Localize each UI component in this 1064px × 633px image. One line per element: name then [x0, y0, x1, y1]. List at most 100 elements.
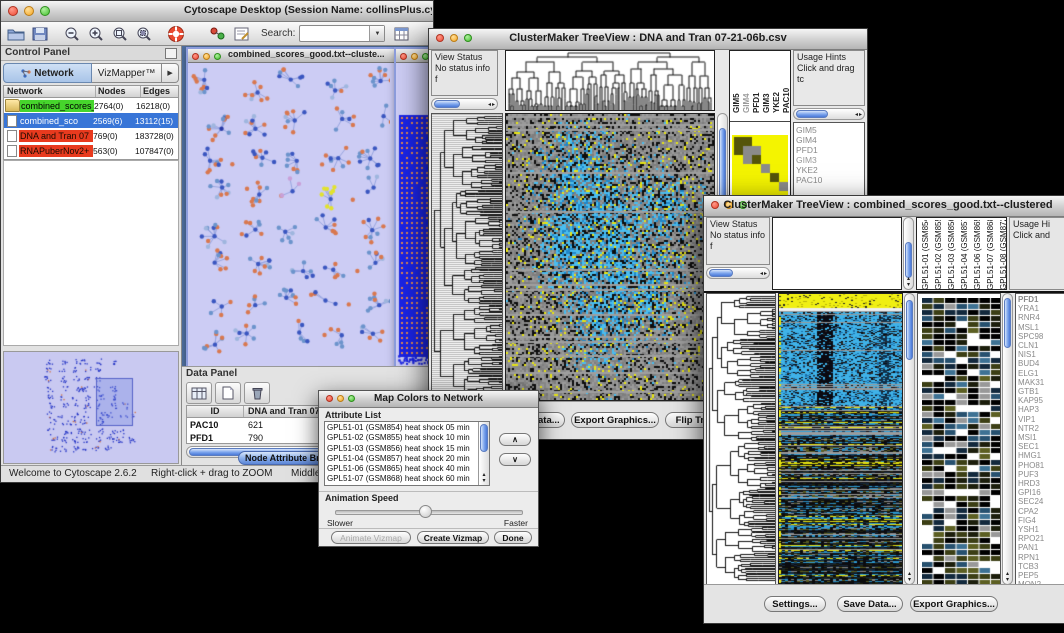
- array-dendrogram-pane[interactable]: [772, 217, 902, 290]
- export-graphics-button[interactable]: Export Graphics...: [910, 596, 998, 612]
- scrollbar-thumb[interactable]: [434, 100, 460, 108]
- vizmapper-icon[interactable]: [207, 24, 229, 44]
- column-label[interactable]: GPL51-04 (GSM857): [959, 220, 970, 290]
- slider-thumb[interactable]: [419, 505, 432, 518]
- column-label[interactable]: GPL51-01 (GSM854): [920, 220, 931, 290]
- birds-eye-view[interactable]: [3, 351, 179, 464]
- attribute-item[interactable]: GPL51-07 (GSM868) heat shock 60 min: [325, 474, 478, 484]
- gene-label[interactable]: NTR2: [1016, 424, 1064, 433]
- gene-label[interactable]: FIG4: [1016, 516, 1064, 525]
- tab-overflow-button[interactable]: ▶: [162, 63, 179, 83]
- move-up-button[interactable]: ∧: [499, 433, 531, 446]
- zoom-heatmap-pane[interactable]: [917, 293, 1001, 585]
- scrollbar-thumb[interactable]: [905, 242, 912, 278]
- heatmap-pane[interactable]: [778, 293, 903, 585]
- done-button[interactable]: Done: [494, 531, 532, 544]
- heatmap-pane[interactable]: [505, 113, 715, 401]
- zoom-fit-icon[interactable]: [109, 24, 131, 44]
- column-label[interactable]: GPL51-02 (GSM855): [933, 220, 944, 290]
- treeview-dna-titlebar[interactable]: ClusterMaker TreeView : DNA and Tran 07-…: [429, 29, 867, 50]
- export-graphics-button[interactable]: Export Graphics...: [571, 412, 659, 428]
- column-label[interactable]: PAC10: [782, 57, 791, 113]
- create-vizmap-button[interactable]: Create Vizmap: [417, 531, 489, 544]
- gene-label[interactable]: PAN1: [1016, 543, 1064, 552]
- gene-dendrogram-pane[interactable]: [706, 293, 776, 585]
- animate-vizmap-button[interactable]: Animate Vizmap: [331, 531, 411, 544]
- gene-label[interactable]: YRA1: [1016, 304, 1064, 313]
- save-data-button[interactable]: Save Data...: [837, 596, 903, 612]
- delete-attribute-button[interactable]: [244, 382, 270, 404]
- network-view-titlebar[interactable]: combined_scores_good.txt--cluste...: [188, 49, 394, 63]
- zoom-window-button[interactable]: [40, 6, 50, 16]
- tab-vizmapper[interactable]: VizMapper™: [92, 63, 162, 83]
- search-dropdown-arrow[interactable]: ▼: [369, 26, 384, 41]
- gene-label[interactable]: MAK31: [1016, 378, 1064, 387]
- gene-label[interactable]: ELG1: [1016, 369, 1064, 378]
- zoom-window-button[interactable]: [214, 53, 221, 60]
- gene-label[interactable]: NIS1: [1016, 350, 1064, 359]
- gene-label[interactable]: PFD1: [1016, 295, 1064, 304]
- gene-label[interactable]: MSI1: [1016, 433, 1064, 442]
- gene-label[interactable]: PEP5: [1016, 571, 1064, 580]
- view-status-hscroll[interactable]: ◂▸: [431, 98, 498, 110]
- gene-label[interactable]: GIM4: [794, 135, 864, 145]
- attribute-item[interactable]: GPL51-04 (GSM857) heat shock 20 min: [325, 454, 478, 464]
- column-label[interactable]: GIM4: [742, 57, 751, 113]
- column-label[interactable]: PFD1: [752, 57, 761, 113]
- zoom-in-icon[interactable]: [85, 24, 107, 44]
- help-lifering-icon[interactable]: [165, 24, 187, 44]
- gene-label[interactable]: HMG1: [1016, 451, 1064, 460]
- dialog-titlebar[interactable]: Map Colors to Network: [319, 391, 538, 408]
- array-pane-vscroll[interactable]: ▴▾: [903, 217, 914, 290]
- minimize-button[interactable]: [203, 53, 210, 60]
- network-table-row[interactable]: RNAPuberNov2+563(0)107847(0): [4, 143, 178, 158]
- gene-label[interactable]: BUD4: [1016, 359, 1064, 368]
- gene-label[interactable]: GIM5: [794, 125, 864, 135]
- gene-label[interactable]: PHO81: [1016, 461, 1064, 470]
- zoom-selected-icon[interactable]: [133, 24, 155, 44]
- gene-label[interactable]: PUF3: [1016, 470, 1064, 479]
- gene-label[interactable]: SEC1: [1016, 442, 1064, 451]
- column-label[interactable]: YKE2: [772, 57, 781, 113]
- gene-label[interactable]: SEC24: [1016, 497, 1064, 506]
- settings-button[interactable]: Settings...: [764, 596, 826, 612]
- gene-list-hscroll[interactable]: ◂▸: [793, 108, 865, 120]
- gene-label[interactable]: KAP95: [1016, 396, 1064, 405]
- import-table-icon[interactable]: [391, 24, 413, 44]
- gene-label[interactable]: PAC10: [794, 175, 864, 185]
- column-label[interactable]: GPL51-03 (GSM856): [946, 220, 957, 290]
- minimize-button[interactable]: [24, 6, 34, 16]
- heatmap-vscroll[interactable]: ▴▾: [904, 293, 915, 585]
- column-label[interactable]: GPL51-08 (GSM872): [998, 220, 1007, 290]
- gene-label[interactable]: RNR4: [1016, 313, 1064, 322]
- gene-label[interactable]: MSL1: [1016, 323, 1064, 332]
- gene-label[interactable]: YSH1: [1016, 525, 1064, 534]
- zoom-out-icon[interactable]: [61, 24, 83, 44]
- new-attribute-button[interactable]: [215, 382, 241, 404]
- attribute-item[interactable]: GPL51-03 (GSM856) heat shock 15 min: [325, 444, 478, 454]
- gene-label[interactable]: PFD1: [794, 145, 864, 155]
- view-status-hscroll[interactable]: ◂▸: [706, 267, 770, 279]
- close-button[interactable]: [400, 53, 407, 60]
- network-table-row[interactable]: combined_sco2569(6)13112(15): [4, 113, 178, 128]
- close-button[interactable]: [192, 53, 199, 60]
- scrollbar-thumb[interactable]: [709, 269, 733, 277]
- gene-label[interactable]: TCB3: [1016, 562, 1064, 571]
- gene-label[interactable]: RPO21: [1016, 534, 1064, 543]
- zoom-pane-vscroll[interactable]: ▴▾: [1002, 293, 1013, 585]
- float-panel-icon[interactable]: [165, 48, 177, 59]
- network-table-row[interactable]: DNA and Tran 07769(0)183728(0): [4, 128, 178, 143]
- gene-label[interactable]: SPC98: [1016, 332, 1064, 341]
- gene-dendrogram-pane[interactable]: [431, 113, 503, 401]
- move-down-button[interactable]: ∨: [499, 453, 531, 466]
- close-button[interactable]: [8, 6, 18, 16]
- global-mini-heatmap[interactable]: [732, 135, 788, 203]
- attribute-item[interactable]: GPL51-02 (GSM855) heat shock 10 min: [325, 433, 478, 443]
- minimize-button[interactable]: [411, 53, 418, 60]
- scrollbar-thumb[interactable]: [1004, 298, 1011, 348]
- column-label[interactable]: GPL51-06 (GSM865): [972, 220, 983, 290]
- attribute-select-button[interactable]: [186, 382, 212, 404]
- gene-label[interactable]: RPN1: [1016, 553, 1064, 562]
- column-label[interactable]: GPL51-07 (GSM868): [985, 220, 996, 290]
- gene-label[interactable]: GPI16: [1016, 488, 1064, 497]
